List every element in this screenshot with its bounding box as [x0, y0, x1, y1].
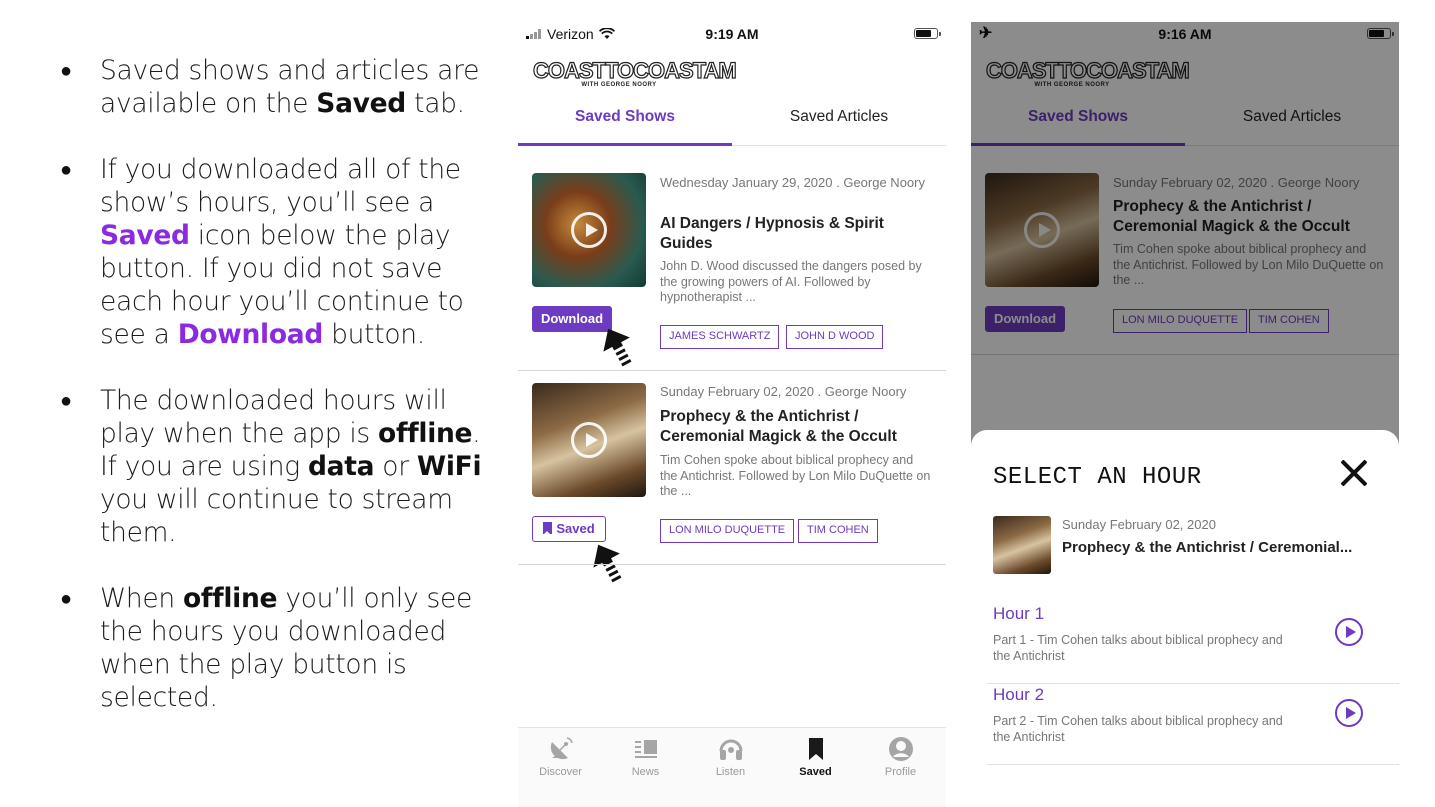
headphones-icon — [719, 739, 742, 760]
divider — [518, 370, 946, 371]
app-logo: COASTTOCOASTAM WITH GEORGE NOORY — [532, 58, 737, 88]
download-button[interactable]: Download — [532, 306, 612, 332]
bullet-saved-tab: Saved shows and articles are available o… — [60, 54, 492, 120]
episode-date: Sunday February 02, 2020 — [1062, 517, 1216, 532]
nav-profile[interactable]: Profile — [858, 736, 943, 778]
play-icon[interactable] — [571, 422, 607, 458]
battery-icon — [914, 28, 941, 39]
satellite-dish-icon — [550, 737, 573, 760]
pointer-arrow-icon — [603, 328, 632, 367]
nav-news[interactable]: News — [603, 736, 688, 778]
divider — [518, 564, 946, 565]
guest-tag[interactable]: TIM COHEN — [798, 519, 878, 543]
hour-title[interactable]: Hour 1 — [993, 604, 1044, 624]
episode-thumbnail — [993, 516, 1051, 574]
phone-screen-saved-shows: Verizon 9:19 AM COASTTOCOASTAM WITH GEOR… — [518, 22, 946, 807]
episode-title: Prophecy & the Antichrist / Ceremonial..… — [1062, 539, 1353, 556]
emphasis-saved: Saved — [316, 88, 406, 119]
bullet-offline-play: The downloaded hours will play when the … — [60, 384, 492, 549]
select-hour-sheet: SELECT AN HOUR Sunday February 02, 2020 … — [971, 430, 1399, 807]
status-bar: Verizon 9:19 AM — [518, 22, 946, 48]
instruction-list: Saved shows and articles are available o… — [60, 54, 492, 747]
show-description: Tim Cohen spoke about biblical prophecy … — [660, 453, 931, 498]
hour-description: Part 2 - Tim Cohen talks about biblical … — [993, 714, 1283, 744]
show-thumbnail[interactable] — [532, 173, 646, 287]
profile-icon — [888, 737, 913, 761]
bullet-saved-icon: If you downloaded all of the show’s hour… — [60, 153, 492, 351]
emphasis-download-purple: Download — [177, 319, 324, 350]
news-icon — [634, 740, 657, 758]
show-thumbnail[interactable] — [532, 383, 646, 497]
play-icon[interactable] — [1335, 618, 1363, 646]
nav-saved[interactable]: Saved — [773, 736, 858, 778]
emphasis-offline: offline — [378, 418, 473, 449]
show-title[interactable]: Prophecy & the Antichrist / Ceremonial M… — [660, 407, 932, 447]
show-meta: Sunday February 02, 2020 . George Noory — [660, 384, 907, 399]
emphasis-offline-2: offline — [183, 583, 278, 614]
tab-saved-articles[interactable]: Saved Articles — [732, 100, 946, 146]
hour-description: Part 1 - Tim Cohen talks about biblical … — [993, 633, 1283, 663]
show-title[interactable]: AI Dangers / Hypnosis & Spirit Guides — [660, 214, 932, 254]
tab-saved-shows[interactable]: Saved Shows — [518, 100, 732, 146]
play-icon[interactable] — [571, 212, 607, 248]
emphasis-data: data — [307, 451, 375, 482]
show-description: John D. Wood discussed the dangers posed… — [660, 259, 922, 304]
emphasis-saved-purple: Saved — [100, 220, 190, 251]
nav-listen[interactable]: Listen — [688, 736, 773, 778]
nav-discover[interactable]: Discover — [518, 736, 603, 778]
bookmark-icon — [808, 738, 823, 760]
sheet-title: SELECT AN HOUR — [993, 464, 1202, 491]
hour-item[interactable]: Hour 1 Part 1 - Tim Cohen talks about bi… — [987, 604, 1399, 684]
pointer-arrow-icon — [593, 544, 622, 583]
clock: 9:19 AM — [705, 26, 759, 42]
bookmark-icon — [543, 522, 553, 535]
close-icon[interactable] — [1339, 458, 1369, 488]
guest-tag[interactable]: LON MILO DUQUETTE — [660, 519, 795, 543]
guest-tag[interactable]: JOHN D WOOD — [786, 325, 884, 349]
saved-tabs: Saved Shows Saved Articles — [518, 100, 946, 146]
guest-tag[interactable]: JAMES SCHWARTZ — [660, 325, 780, 349]
play-icon[interactable] — [1335, 699, 1363, 727]
bullet-offline-hours: When offline you’ll only see the hours y… — [60, 582, 492, 714]
phone-screen-select-hour: ✈ 9:16 AM COASTTOCOASTAM WITH GEORGE NOO… — [971, 22, 1399, 807]
hour-title[interactable]: Hour 2 — [993, 685, 1044, 705]
bottom-navigation: Discover News Listen Saved Profile — [518, 727, 946, 807]
show-meta: Wednesday January 29, 2020 . George Noor… — [660, 175, 925, 190]
hour-item[interactable]: Hour 2 Part 2 - Tim Cohen talks about bi… — [987, 685, 1399, 765]
saved-button[interactable]: Saved — [532, 516, 606, 542]
emphasis-wifi: WiFi — [416, 451, 482, 482]
